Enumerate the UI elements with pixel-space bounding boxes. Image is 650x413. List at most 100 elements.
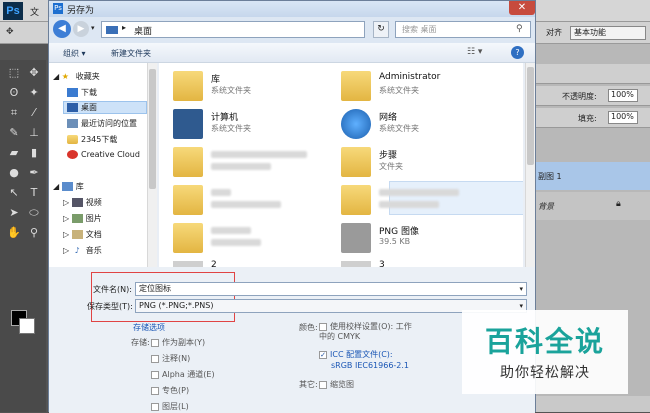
nav-item-desktop[interactable]: 桌面 — [67, 102, 97, 115]
shape-tool-icon[interactable]: ⬭ — [24, 204, 44, 222]
file-item-png[interactable]: PNG 图像 39.5 KB — [335, 219, 505, 259]
workspace-select[interactable]: 基本功能 — [570, 26, 646, 40]
fill-input[interactable]: 100% — [608, 111, 638, 124]
file-list: 库 系统文件夹 Administrator 系统文件夹 计算机 系统文件夹 网络… — [159, 63, 523, 267]
navigation-pane: ◢ ★ 收藏夹 下载 桌面 最近访问的位置 2345下载 Creative Clo… — [49, 63, 157, 267]
alpha-checkbox[interactable]: Alpha 通道(E) — [151, 369, 215, 380]
crop-tool-icon[interactable]: ⌗ — [4, 104, 24, 122]
address-text: 桌面 — [134, 27, 153, 37]
as-copy-checkbox[interactable]: 作为副本(Y) — [151, 337, 205, 348]
filetype-label: 保存类型(T): — [87, 302, 133, 311]
pen-tool-icon[interactable]: ✒ — [24, 164, 44, 182]
panel-toolbar-row — [536, 64, 650, 84]
nav-item-recent[interactable]: 最近访问的位置 — [67, 118, 137, 131]
file-item-computer[interactable]: 计算机 系统文件夹 — [167, 105, 337, 145]
path-select-tool-icon[interactable]: ↖ — [4, 184, 24, 202]
marquee-tool-icon[interactable]: ⬚ — [4, 64, 24, 82]
filename-label: 文件名(N): — [93, 285, 132, 294]
opacity-label: 不透明度: — [562, 92, 597, 101]
nav-item-documents[interactable]: ▷ 文档 — [63, 229, 102, 242]
move-tool-icon[interactable]: ✥ — [24, 64, 44, 82]
eyedropper-tool-icon[interactable]: ⁄ — [24, 104, 44, 122]
checkbox[interactable] — [151, 354, 159, 363]
hand-tool-icon[interactable]: ✋ — [4, 224, 24, 242]
nav-item-2345[interactable]: 2345下载 — [67, 134, 117, 147]
new-folder-button[interactable]: 新建文件夹 — [111, 48, 151, 59]
chevron-down-icon[interactable]: ▾ — [519, 283, 523, 295]
ps-small-icon: Ps — [53, 3, 63, 14]
help-icon[interactable]: ? — [511, 46, 524, 59]
color-label: 颜色: — [299, 323, 318, 332]
file-item-3[interactable]: 3 — [335, 257, 505, 267]
layer-name: 副图 1 — [538, 172, 562, 181]
other-label: 其它: — [299, 380, 318, 389]
checkbox[interactable] — [151, 402, 159, 411]
nav-scrollbar-thumb[interactable] — [149, 69, 156, 189]
brush-tool-icon[interactable]: ✎ — [4, 124, 24, 142]
file-item-blurred-3[interactable] — [335, 181, 505, 221]
watermark-subtitle: 助你轻松解决 — [500, 365, 590, 381]
favorites-header[interactable]: ◢ ★ 收藏夹 — [53, 71, 100, 84]
file-item-library[interactable]: 库 系统文件夹 — [167, 67, 337, 107]
spot-checkbox[interactable]: 专色(P) — [151, 385, 189, 396]
notes-checkbox[interactable]: 注释(N) — [151, 353, 190, 364]
nav-scrollbar[interactable] — [147, 63, 157, 267]
file-item-blurred-4[interactable] — [167, 219, 337, 259]
checkbox[interactable] — [319, 322, 327, 331]
nav-item-creative-cloud[interactable]: Creative Cloud — [67, 150, 140, 163]
file-item-network[interactable]: 网络 系统文件夹 — [335, 105, 505, 145]
close-button[interactable]: ✕ — [509, 1, 535, 15]
file-item-blurred-1[interactable] — [167, 143, 337, 183]
nav-item-music[interactable]: ▷ ♪ 音乐 — [63, 245, 102, 258]
wand-tool-icon[interactable]: ✦ — [24, 84, 44, 102]
gradient-tool-icon[interactable]: ▮ — [24, 144, 44, 162]
collapse-arrow-icon: ▷ — [63, 230, 72, 239]
stamp-tool-icon[interactable]: ⊥ — [24, 124, 44, 142]
opacity-input[interactable]: 100% — [608, 89, 638, 102]
file-item-2[interactable]: 2 — [167, 257, 337, 267]
watermark-overlay: 百科全说 助你轻松解决 — [462, 310, 628, 394]
history-chevron-icon[interactable]: ▾ — [91, 24, 95, 32]
blurred-name — [211, 151, 307, 158]
folder-icon — [67, 135, 78, 144]
layers-checkbox[interactable]: 图层(L) — [151, 401, 189, 412]
refresh-button[interactable]: ↻ — [373, 21, 389, 38]
folder-icon — [173, 223, 203, 253]
library-header[interactable]: ◢ 库 — [53, 181, 84, 194]
type-tool-icon[interactable]: T — [24, 184, 44, 202]
eraser-tool-icon[interactable]: ▰ — [4, 144, 24, 162]
file-list-scrollbar[interactable] — [525, 63, 535, 267]
expand-arrow-icon: ◢ — [53, 72, 62, 81]
address-bar[interactable]: ▸ 桌面 ▾ — [101, 21, 402, 38]
library-folder-icon — [173, 71, 203, 101]
lasso-tool-icon[interactable]: ʘ — [4, 84, 24, 102]
view-options-icon[interactable]: ☷ ▾ — [467, 47, 482, 57]
nav-item-pictures[interactable]: ▷ 图片 — [63, 213, 102, 226]
checkbox-checked[interactable]: ✓ — [319, 350, 327, 359]
search-input[interactable]: 搜索 桌面 ⚲ — [395, 21, 531, 38]
proof-checkbox[interactable]: 使用校样设置(O): 工作中的 CMYK — [319, 322, 413, 342]
file-item-administrator[interactable]: Administrator 系统文件夹 — [335, 67, 505, 107]
file-item-blurred-2[interactable] — [167, 181, 337, 221]
nav-item-videos[interactable]: ▷ 视频 — [63, 197, 102, 210]
filename-input[interactable]: 定位图标 ▾ — [135, 282, 527, 296]
dodge-tool-icon[interactable]: ● — [4, 164, 24, 182]
organize-button[interactable]: 组织 ▾ — [63, 48, 86, 59]
layer-row-selected[interactable]: 副图 1 — [536, 162, 650, 190]
thumbnail-checkbox[interactable]: 缩览图 — [319, 379, 354, 390]
file-list-scrollbar-thumb[interactable] — [527, 67, 534, 165]
checkbox[interactable] — [151, 338, 159, 347]
nav-item-downloads[interactable]: 下载 — [67, 87, 97, 100]
checkbox[interactable] — [151, 386, 159, 395]
checkbox[interactable] — [151, 370, 159, 379]
file-item-steps[interactable]: 步骤 文件夹 — [335, 143, 505, 183]
direct-select-tool-icon[interactable]: ➤ — [4, 204, 24, 222]
menu-file[interactable]: 文 — [30, 5, 39, 18]
background-color-swatch[interactable] — [19, 318, 35, 334]
icc-checkbox[interactable]: ✓ ICC 配置文件(C): — [319, 349, 393, 360]
back-arrow-icon[interactable]: ◀ — [53, 20, 71, 38]
zoom-tool-icon[interactable]: ⚲ — [24, 224, 44, 242]
checkbox[interactable] — [319, 380, 327, 389]
forward-arrow-icon[interactable]: ▶ — [73, 21, 89, 37]
layer-row-background[interactable]: 背景 🔒︎ — [536, 192, 650, 220]
